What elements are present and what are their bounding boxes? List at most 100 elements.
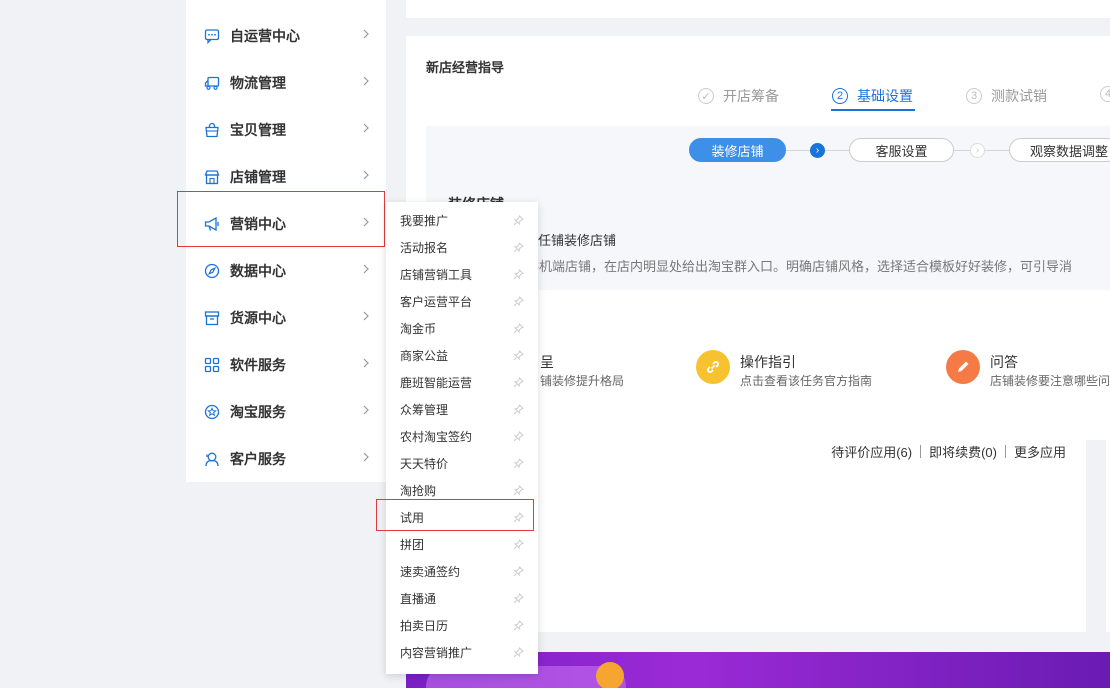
submenu-item-flash-sale[interactable]: 淘抢购 (386, 477, 538, 504)
sidebar-item-self-operation[interactable]: 自运营中心 (186, 12, 386, 59)
submenu-item-label: 天天特价 (400, 457, 449, 471)
chevron-right-icon (360, 28, 372, 40)
step-number: 4 (1100, 86, 1110, 102)
renewal-soon-link[interactable]: 即将续费(0) (929, 442, 997, 461)
submenu-item-label: 鹿班智能运营 (400, 376, 473, 390)
sidebar-item-label: 淘宝服务 (230, 403, 286, 420)
truck-icon (204, 75, 220, 91)
step-number: 2 (832, 88, 848, 104)
sidebar-item-label: 自运营中心 (230, 27, 300, 44)
submenu-item-label: 淘抢购 (400, 484, 437, 498)
top-card (406, 0, 1110, 18)
sidebar-item-taobao-service[interactable]: 淘宝服务 (186, 388, 386, 435)
pin-icon[interactable] (513, 539, 524, 550)
pin-icon[interactable] (513, 350, 524, 361)
submenu-item-auction-calendar[interactable]: 拍卖日历 (386, 612, 538, 639)
sidebar-item-logistics[interactable]: 物流管理 (186, 59, 386, 106)
pin-icon[interactable] (513, 647, 524, 658)
pin-icon[interactable] (513, 215, 524, 226)
right-card-edge (1106, 422, 1110, 632)
step-label: 开店筹备 (723, 88, 779, 104)
banner-mascot (596, 662, 624, 688)
step-test-sales[interactable]: 3 测款试销 (966, 86, 1047, 106)
sidebar-item-label: 货源中心 (230, 309, 286, 326)
pending-review-apps-link[interactable]: 待评价应用(6) (831, 442, 912, 461)
sidebar-item-data[interactable]: 数据中心 (186, 247, 386, 294)
tip-desc: 点击查看该任务官方指南 (740, 374, 873, 388)
chevron-right-icon: › (810, 143, 825, 158)
compass-icon (204, 263, 220, 279)
submenu-item-promote[interactable]: 我要推广 (386, 207, 538, 234)
submenu-item-rural-taobao[interactable]: 农村淘宝签约 (386, 423, 538, 450)
chevron-right-icon (360, 216, 372, 228)
sidebar-item-supply[interactable]: 货源中心 (186, 294, 386, 341)
submenu-item-marketing-tools[interactable]: 店铺营销工具 (386, 261, 538, 288)
pin-icon[interactable] (513, 620, 524, 631)
submenu-item-trial[interactable]: 试用 (386, 504, 538, 531)
pin-icon[interactable] (513, 242, 524, 253)
submenu-item-charity[interactable]: 商家公益 (386, 342, 538, 369)
step-number: 3 (966, 88, 982, 104)
sidebar-item-software[interactable]: 软件服务 (186, 341, 386, 388)
submenu-item-customer-ops[interactable]: 客户运营平台 (386, 288, 538, 315)
pin-icon[interactable] (513, 269, 524, 280)
pin-icon[interactable] (513, 458, 524, 469)
chevron-right-icon (360, 75, 372, 87)
submenu-item-live-stream[interactable]: 直播通 (386, 585, 538, 612)
submenu-item-content-marketing[interactable]: 内容营销推广 (386, 639, 538, 666)
chevron-right-icon (360, 451, 372, 463)
submenu-item-aliexpress[interactable]: 速卖通签约 (386, 558, 538, 585)
tip-faq[interactable]: 问答 店铺装修要注意哪些问 (946, 348, 1110, 388)
headset-icon (204, 451, 220, 467)
step-label: 基础设置 (857, 88, 913, 104)
sidebar-item-marketing[interactable]: 营销中心 (186, 200, 386, 247)
submenu-item-group-buy[interactable]: 拼团 (386, 531, 538, 558)
submenu-item-taojinbi[interactable]: 淘金币 (386, 315, 538, 342)
submenu-item-label: 直播通 (400, 592, 437, 606)
step-basic-settings[interactable]: 2 基础设置 (832, 86, 913, 106)
tip-title: 呈 (540, 354, 554, 370)
bag-icon (204, 122, 220, 138)
pin-icon[interactable] (513, 431, 524, 442)
submenu-item-label: 拍卖日历 (400, 619, 449, 633)
sidebar-item-store[interactable]: 店铺管理 (186, 153, 386, 200)
sidebar: 自运营中心 物流管理 宝贝管理 店铺管理 营销中心 数据中心 货源中心 软件服务 (186, 0, 386, 482)
submenu-item-label: 拼团 (400, 538, 425, 552)
pin-icon[interactable] (513, 593, 524, 604)
submenu-item-daily-deals[interactable]: 天天特价 (386, 450, 538, 477)
submenu-item-label: 活动报名 (400, 241, 449, 255)
pin-icon[interactable] (513, 512, 524, 523)
submenu-item-label: 淘金币 (400, 322, 437, 336)
pin-icon[interactable] (513, 296, 524, 307)
step-store-prep[interactable]: ✓ 开店筹备 (698, 86, 779, 106)
chevron-right-icon (360, 404, 372, 416)
link-icon (696, 350, 730, 384)
pin-icon[interactable] (513, 377, 524, 388)
sidebar-item-customer-service[interactable]: 客户服务 (186, 435, 386, 482)
sidebar-item-label: 宝贝管理 (230, 121, 286, 138)
active-step-underline (831, 109, 915, 111)
pin-icon[interactable] (513, 485, 524, 496)
submenu-item-label: 我要推广 (400, 214, 449, 228)
tip-title: 操作指引 (740, 354, 796, 370)
more-apps-link[interactable]: 更多应用 (1014, 442, 1066, 461)
chevron-right-icon (360, 122, 372, 134)
step-4[interactable]: 4 (1100, 86, 1110, 102)
submenu-item-crowdfunding[interactable]: 众筹管理 (386, 396, 538, 423)
submenu-item-event-signup[interactable]: 活动报名 (386, 234, 538, 261)
sidebar-item-products[interactable]: 宝贝管理 (186, 106, 386, 153)
sidebar-item-label: 数据中心 (230, 262, 286, 279)
chevron-right-icon (360, 357, 372, 369)
sidebar-item-label: 店铺管理 (230, 168, 286, 185)
substep-observe-data[interactable]: 观察数据调整 (1009, 138, 1110, 162)
pin-icon[interactable] (513, 404, 524, 415)
substep-decorate[interactable]: 装修店铺 (689, 138, 786, 162)
submenu-item-luban[interactable]: 鹿班智能运营 (386, 369, 538, 396)
substep-service-settings[interactable]: 客服设置 (849, 138, 954, 162)
submenu-item-label: 商家公益 (400, 349, 449, 363)
submenu-item-label: 速卖通签约 (400, 565, 461, 579)
pin-icon[interactable] (513, 566, 524, 577)
pencil-icon (946, 350, 980, 384)
pin-icon[interactable] (513, 323, 524, 334)
tip-operation-guide[interactable]: 操作指引 点击查看该任务官方指南 (696, 348, 916, 388)
